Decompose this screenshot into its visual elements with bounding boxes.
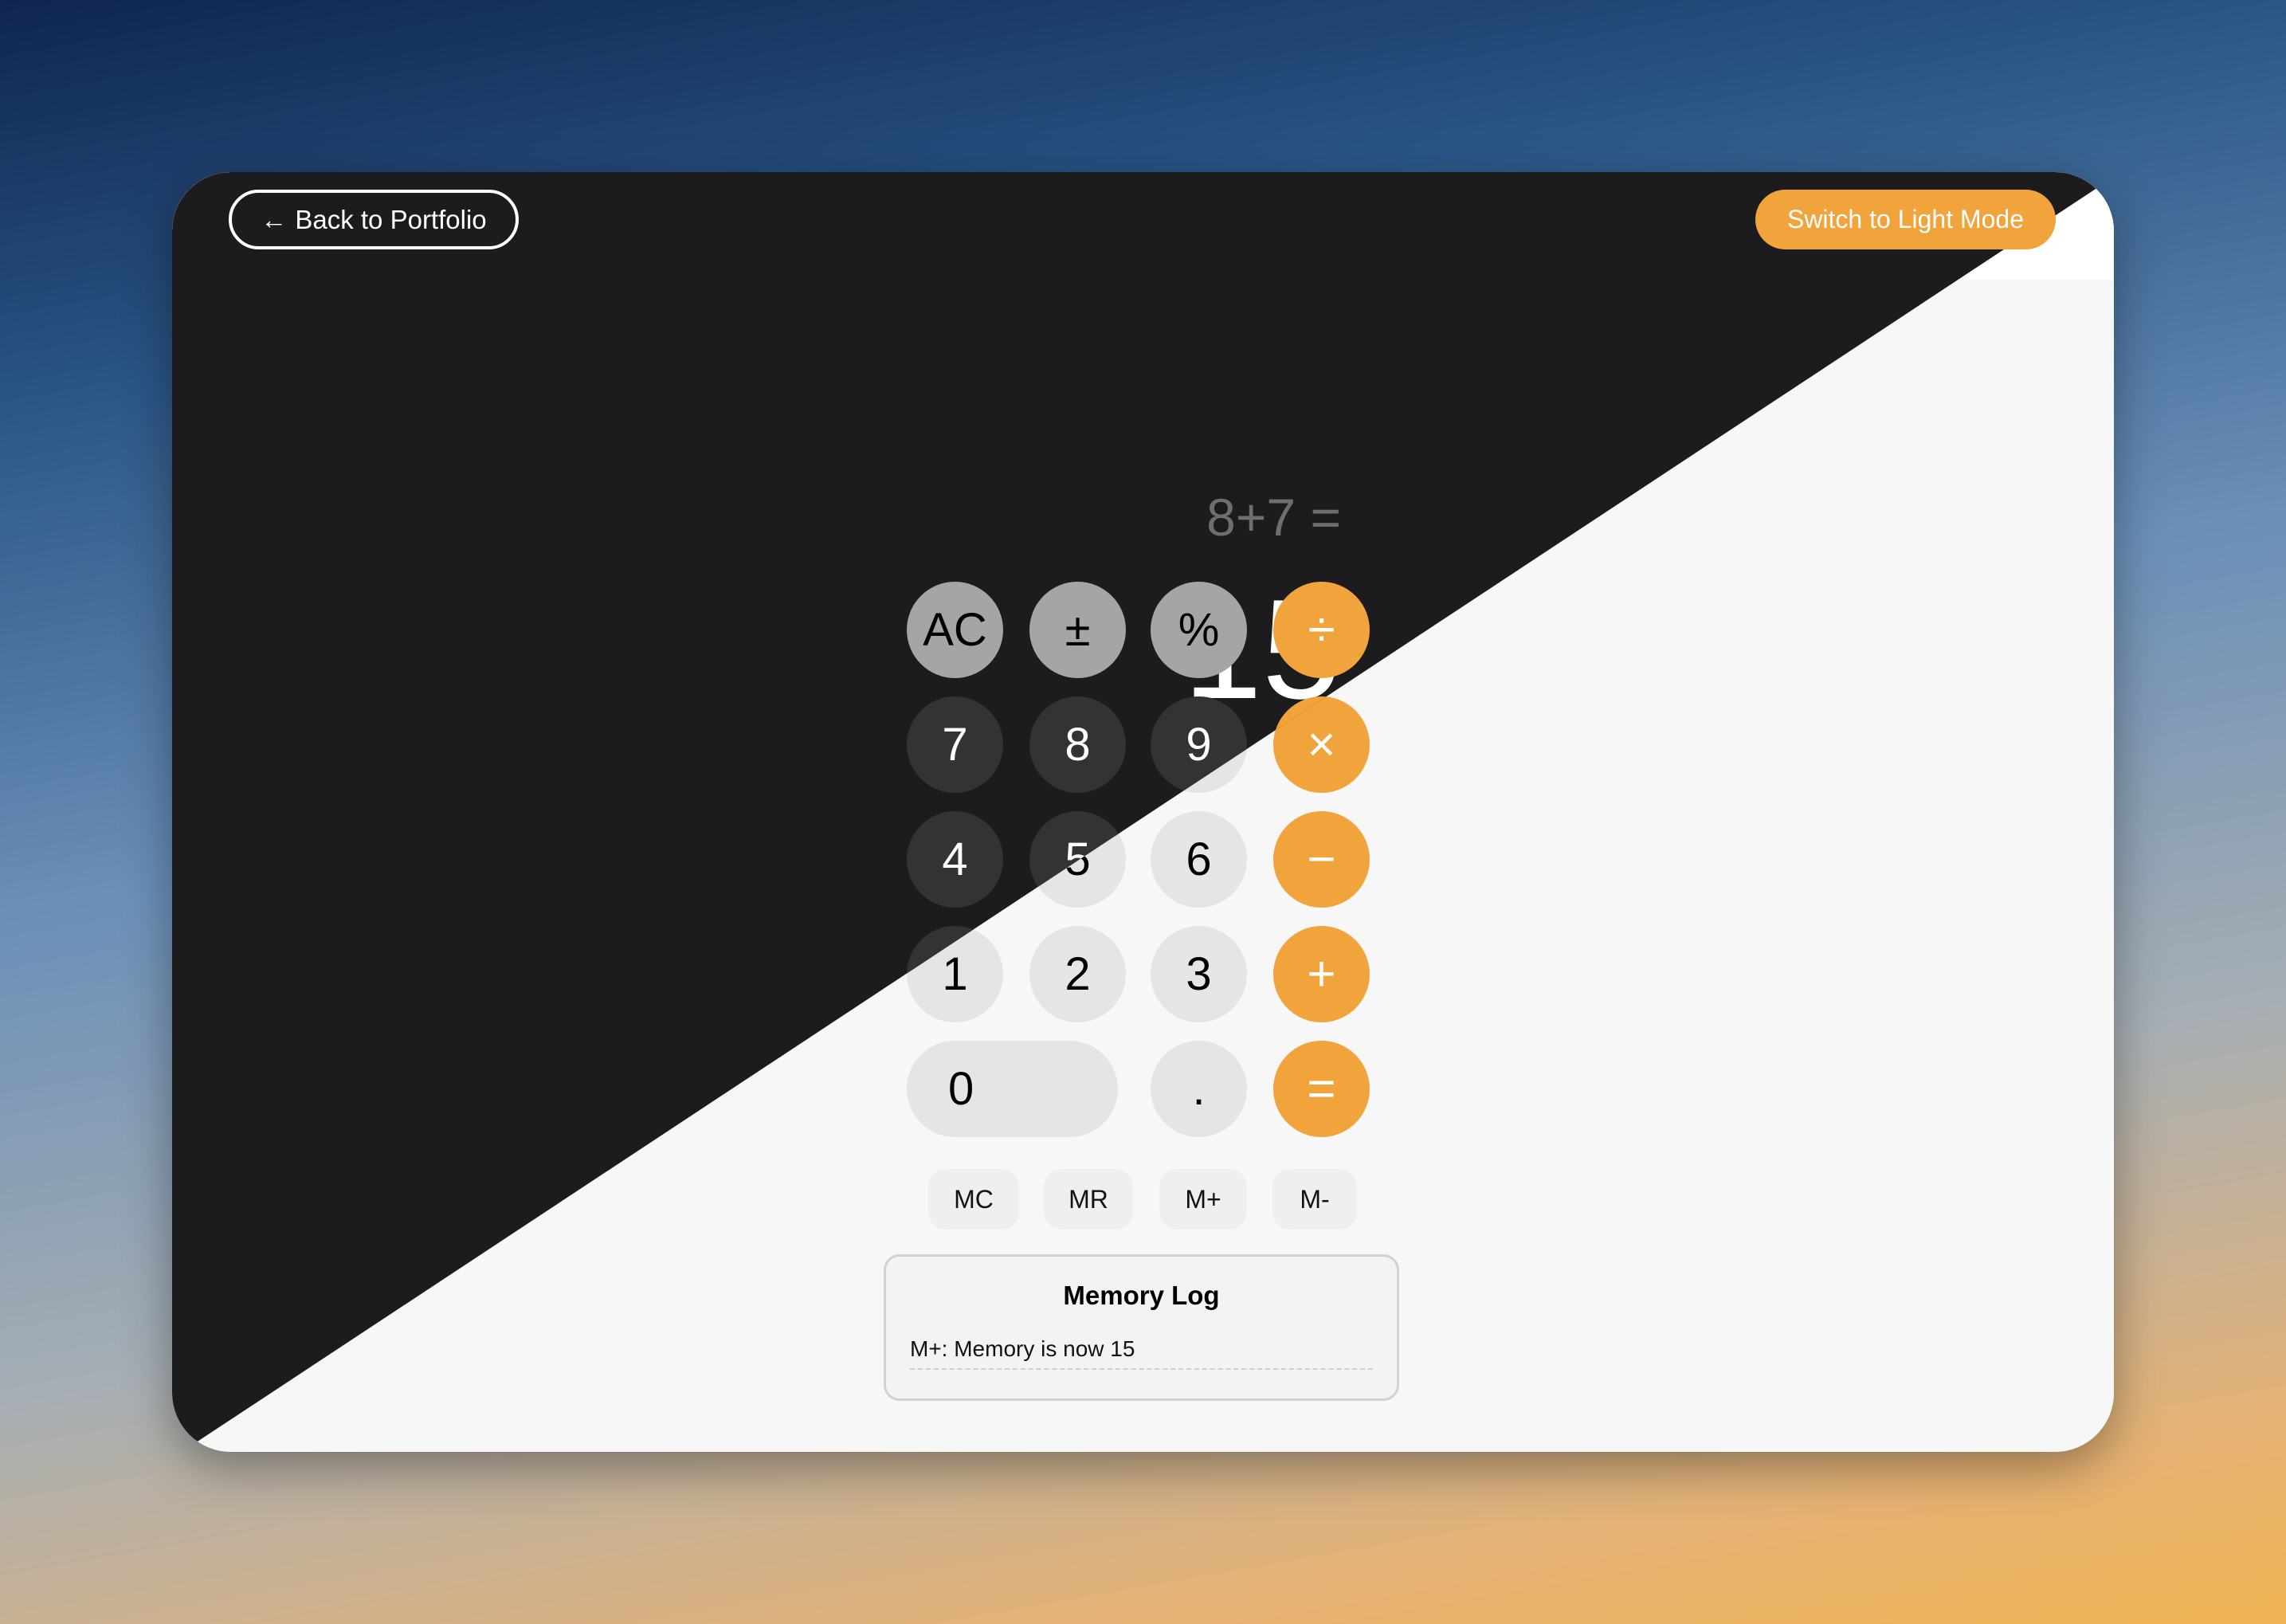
memory-subtract-button[interactable]: M-	[1272, 1169, 1357, 1230]
decimal-button[interactable]: .	[1151, 1041, 1247, 1137]
plus-minus-button[interactable]: ±	[1029, 582, 1126, 678]
expression-display: 8+7 =	[1206, 488, 1341, 547]
add-button[interactable]: +	[1273, 926, 1370, 1022]
back-to-portfolio-button[interactable]: ← Back to Portfolio	[229, 190, 519, 249]
memory-log-entry: M+: Memory is now 15	[910, 1336, 1373, 1370]
memory-clear-button[interactable]: MC	[928, 1169, 1019, 1230]
digit-4-button[interactable]: 4	[907, 811, 1003, 908]
clear-button[interactable]: AC	[907, 582, 1003, 678]
digit-7-button[interactable]: 7	[907, 696, 1003, 793]
digit-0-button[interactable]: 0	[907, 1041, 1118, 1137]
digit-8-button[interactable]: 8	[1029, 696, 1126, 793]
percent-button[interactable]: %	[1151, 582, 1247, 678]
digit-2-button[interactable]: 2	[1029, 926, 1126, 1022]
digit-3-button[interactable]: 3	[1151, 926, 1247, 1022]
calculator-card: 8+7 = 15 AC±%÷789×456−123+0.= MC MR M+ M…	[172, 172, 2114, 1452]
memory-recall-button[interactable]: MR	[1044, 1169, 1133, 1230]
memory-log: Memory Log M+: Memory is now 15	[884, 1254, 1399, 1401]
digit-6-button[interactable]: 6	[1151, 811, 1247, 908]
arrow-left-icon: ←	[261, 204, 288, 234]
back-label: Back to Portfolio	[295, 204, 487, 234]
memory-log-title: Memory Log	[1063, 1281, 1220, 1310]
memory-add-button[interactable]: M+	[1159, 1169, 1247, 1230]
switch-theme-button[interactable]: Switch to Light Mode	[1755, 190, 2056, 249]
divide-button[interactable]: ÷	[1273, 582, 1370, 678]
subtract-button[interactable]: −	[1273, 811, 1370, 908]
equals-button[interactable]: =	[1273, 1041, 1370, 1137]
